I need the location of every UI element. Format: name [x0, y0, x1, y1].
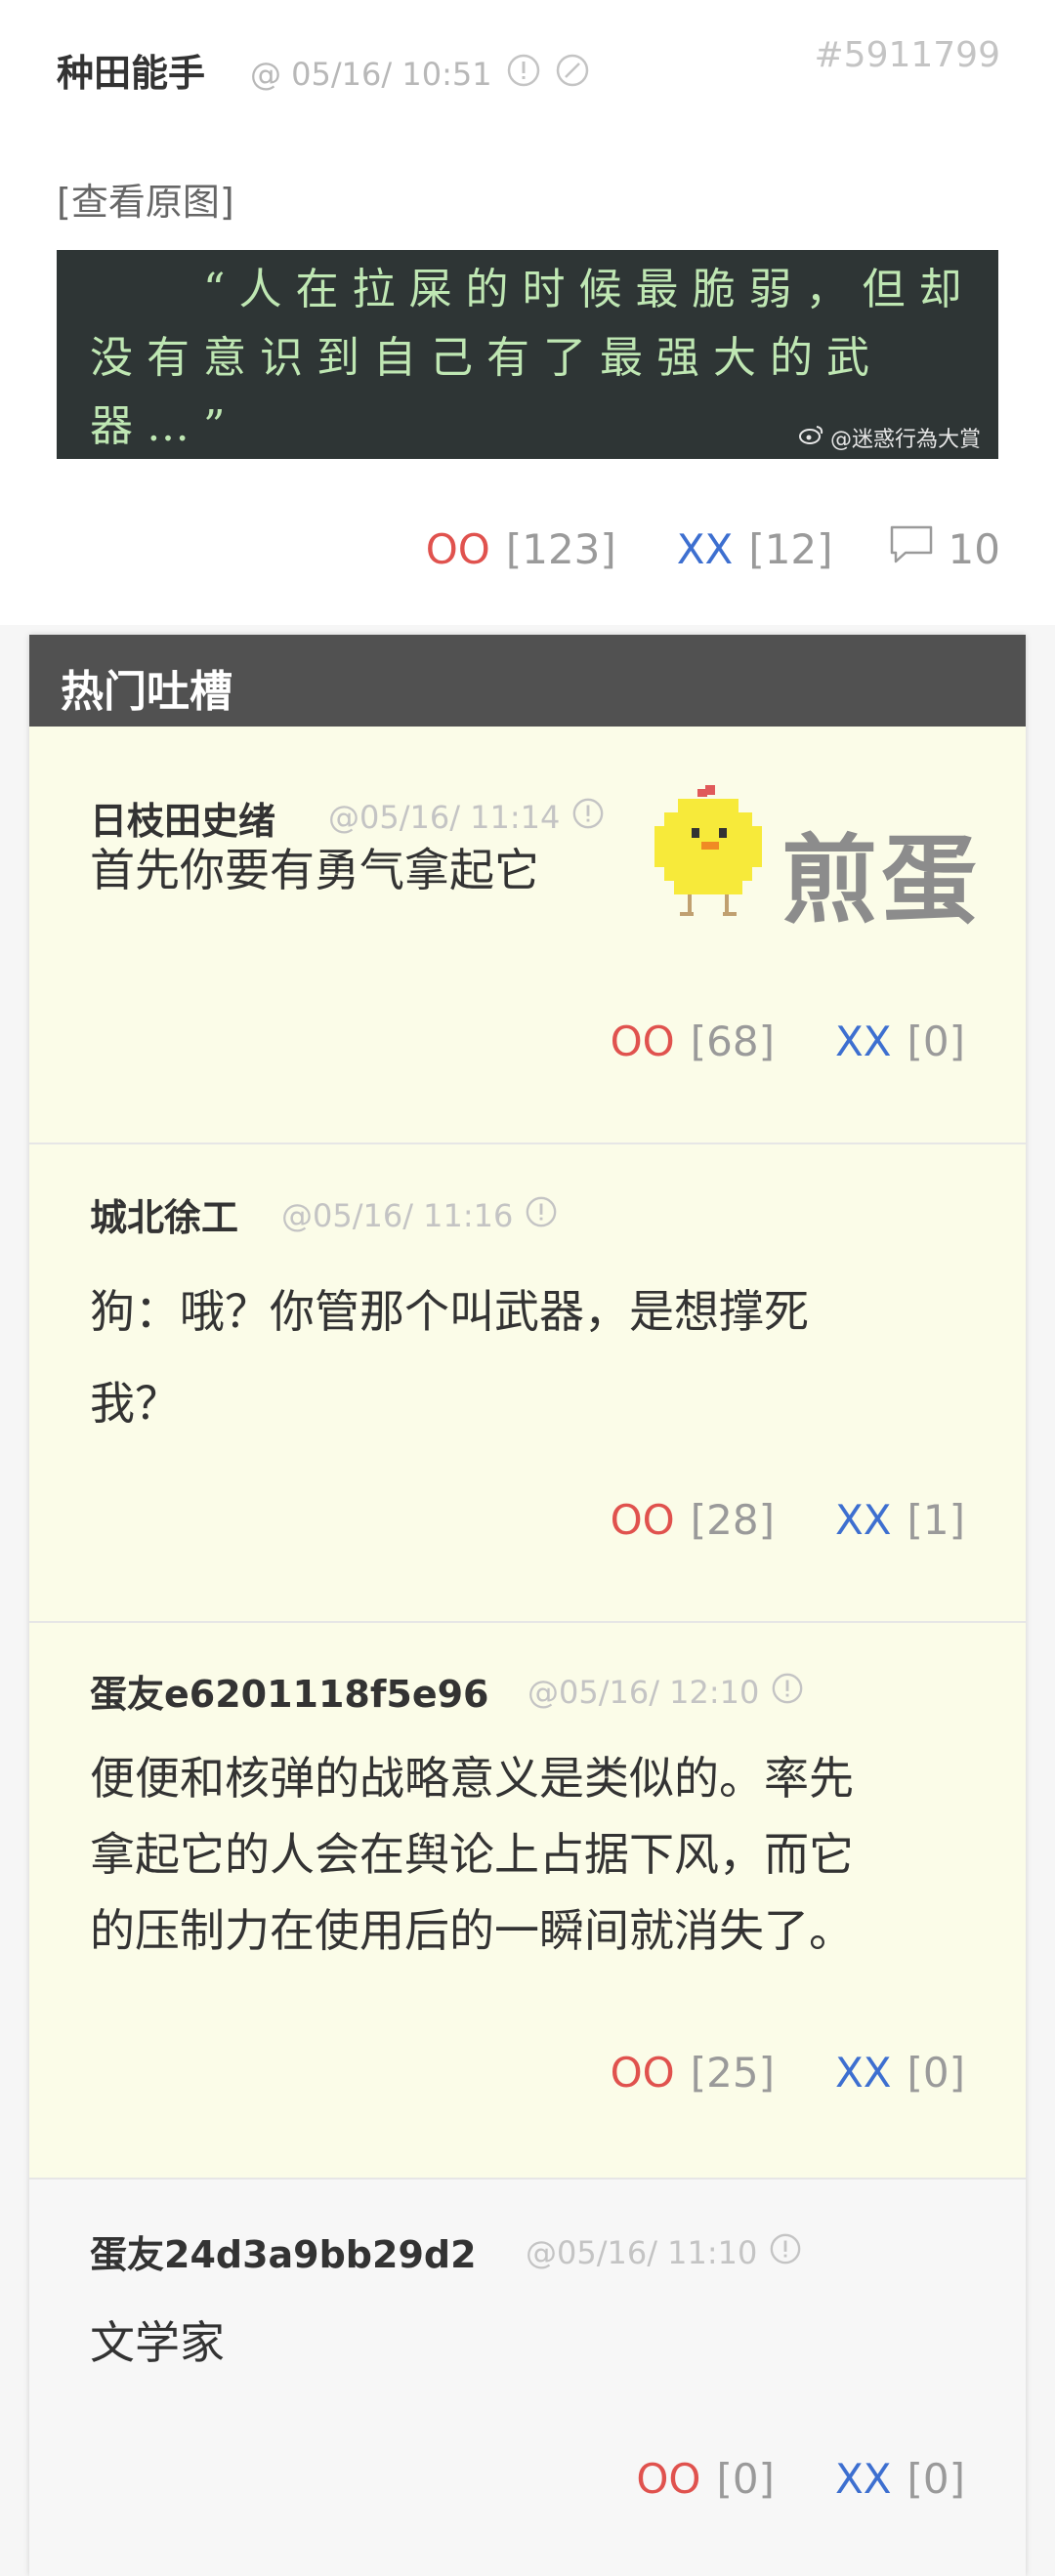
post-author[interactable]: 种田能手 — [57, 43, 205, 97]
comment-item: 城北徐工 @05/16/ 11:16 狗：哦？你管那个叫武器，是想撑死 我？ O… — [29, 1143, 1026, 1623]
post-id[interactable]: #5911799 — [815, 35, 1001, 75]
comment-time: @05/16/ 12:10 — [528, 1674, 760, 1711]
comment-line: 首先你要有勇气拿起它 — [90, 844, 539, 896]
xx-label: XX — [834, 2049, 892, 2097]
comment-meta: @05/16/ 11:10 — [526, 2232, 802, 2273]
comment-count: 10 — [948, 524, 1000, 573]
comment-item: 日枝田史绪 @05/16/ 11:14 煎蛋 首先你要有勇气拿起它 OO [68… — [29, 727, 1026, 1143]
oo-label: OO — [636, 2455, 701, 2503]
post-image[interactable]: “人在拉屎的时候最脆弱，但却 没有意识到自己有了最强大的武 器…” @迷惑行為大… — [57, 250, 998, 459]
comment-text: 狗：哦？你管那个叫武器，是想撑死 我？ — [90, 1266, 809, 1449]
block-icon[interactable] — [555, 53, 590, 96]
comment-text: 文学家 — [90, 2297, 225, 2389]
comment-actions: OO [68] XX [0] — [611, 1018, 965, 1065]
image-watermark: @迷惑行為大賞 — [798, 422, 981, 453]
comment-author[interactable]: 蛋友24d3a9bb29d2 — [90, 2224, 477, 2278]
xx-label: XX — [834, 1496, 892, 1544]
xx-count: [0] — [907, 2455, 966, 2503]
image-text-line: “人在拉屎的时候最脆弱，但却 — [203, 265, 976, 314]
report-icon[interactable] — [506, 53, 541, 96]
oo-vote-button[interactable]: OO [0] — [636, 2455, 775, 2503]
post-actions: OO [123] XX [12] 10 — [426, 523, 1000, 574]
comment-author[interactable]: 城北徐工 — [90, 1187, 238, 1241]
xx-vote-button[interactable]: XX [12] — [677, 525, 833, 573]
xx-vote-button[interactable]: XX [0] — [835, 2455, 965, 2503]
oo-label: OO — [610, 2049, 675, 2097]
comment-item: 蛋友e6201118f5e96 @05/16/ 12:10 便便和核弹的战略意义… — [29, 1621, 1026, 2180]
comment-line: 的压制力在使用后的一瞬间就消失了。 — [90, 1904, 854, 1957]
comment-line: 拿起它的人会在舆论上占据下风，而它 — [90, 1828, 854, 1881]
report-icon[interactable] — [771, 1672, 804, 1713]
comment-actions: OO [0] XX [0] — [636, 2455, 965, 2503]
hot-comments-title: 热门吐槽 — [61, 667, 232, 717]
oo-count: [68] — [690, 1018, 775, 1065]
comment-time: @05/16/ 11:10 — [526, 2234, 758, 2271]
oo-vote-button[interactable]: OO [68] — [611, 1018, 775, 1065]
comment-author[interactable]: 蛋友e6201118f5e96 — [90, 1664, 488, 1718]
image-text-line: 器…” — [90, 401, 239, 451]
watermark-text: @迷惑行為大賞 — [829, 428, 981, 452]
oo-count: [123] — [505, 524, 616, 573]
report-icon[interactable] — [769, 2232, 802, 2273]
comments-button[interactable]: 10 — [888, 523, 1000, 574]
page: 种田能手 @ 05/16/ 10:51 #5911799 [查看原图] “人在拉… — [0, 0, 1055, 2576]
xx-count: [0] — [907, 1018, 966, 1065]
image-text-line: 没有意识到自己有了最强大的武 — [90, 333, 883, 383]
xx-vote-button[interactable]: XX [0] — [835, 1018, 965, 1065]
oo-vote-button[interactable]: OO [28] — [611, 1496, 775, 1544]
comment-line: 文学家 — [90, 2316, 225, 2369]
post-time: @ 05/16/ 10:51 — [250, 56, 492, 93]
oo-label: OO — [425, 524, 490, 573]
comment-item: 蛋友24d3a9bb29d2 @05/16/ 11:10 文学家 OO [0] — [29, 2178, 1026, 2576]
jandan-logo-text: 煎蛋 — [781, 825, 982, 936]
pixel-chick-icon — [645, 783, 772, 924]
comment-meta: @05/16/ 12:10 — [528, 1672, 804, 1713]
xx-label: XX — [676, 524, 734, 573]
oo-vote-button[interactable]: OO [123] — [426, 525, 616, 573]
oo-count: [25] — [690, 2049, 775, 2097]
comment-line: 我？ — [90, 1377, 180, 1430]
xx-vote-button[interactable]: XX [0] — [835, 2049, 965, 2097]
comment-text: 首先你要有勇气拿起它 — [90, 824, 539, 916]
xx-label: XX — [834, 2455, 892, 2503]
comment-actions: OO [28] XX [1] — [611, 1496, 965, 1544]
xx-count: [12] — [748, 524, 833, 573]
xx-label: XX — [834, 1018, 892, 1065]
comment-icon — [888, 523, 935, 574]
post-card: 种田能手 @ 05/16/ 10:51 #5911799 [查看原图] “人在拉… — [0, 0, 1055, 625]
oo-vote-button[interactable]: OO [25] — [611, 2049, 775, 2097]
view-original-link[interactable]: [查看原图] — [57, 172, 234, 226]
report-icon[interactable] — [525, 1195, 558, 1236]
comment-line: 便便和核弹的战略意义是类似的。率先 — [90, 1752, 854, 1805]
xx-vote-button[interactable]: XX [1] — [835, 1496, 965, 1544]
comment-line: 狗：哦？你管那个叫武器，是想撑死 — [90, 1285, 809, 1338]
report-icon[interactable] — [571, 797, 605, 838]
comment-text: 便便和核弹的战略意义是类似的。率先 拿起它的人会在舆论上占据下风，而它 的压制力… — [90, 1740, 854, 1969]
hot-comments-header: 热门吐槽 — [29, 635, 1026, 727]
xx-count: [1] — [907, 1496, 966, 1544]
oo-count: [0] — [716, 2455, 775, 2503]
comment-actions: OO [25] XX [0] — [611, 2049, 965, 2097]
weibo-icon — [798, 424, 824, 451]
post-meta: @ 05/16/ 10:51 — [250, 53, 590, 96]
oo-count: [28] — [690, 1496, 775, 1544]
comment-time: @05/16/ 11:16 — [281, 1197, 514, 1234]
xx-count: [0] — [907, 2049, 966, 2097]
oo-label: OO — [610, 1018, 675, 1065]
oo-label: OO — [610, 1496, 675, 1544]
hot-comments-panel: 热门吐槽 日枝田史绪 @05/16/ 11:14 煎蛋 首先你要有勇气拿起它 O… — [29, 635, 1026, 2576]
comment-meta: @05/16/ 11:16 — [281, 1195, 558, 1236]
